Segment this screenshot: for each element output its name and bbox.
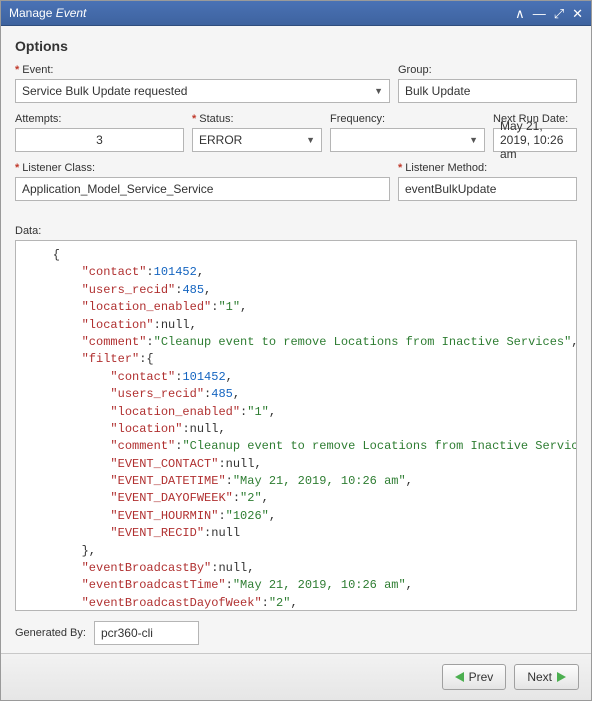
label-listener-method: Listener Method: [398, 162, 577, 174]
nextrun-value: May 21, 2019, 10:26 am [500, 119, 570, 161]
next-button[interactable]: Next [514, 664, 579, 690]
event-select[interactable]: Service Bulk Update requested [15, 79, 390, 103]
expand-icon[interactable]: ⤢ [554, 7, 564, 20]
label-data: Data: [15, 225, 577, 237]
footer: Prev Next [1, 653, 591, 700]
label-status: Status: [192, 113, 322, 125]
collapse-icon[interactable]: ∧ [515, 7, 525, 20]
options-heading: Options [15, 38, 577, 54]
data-textarea[interactable]: { "contact":101452, "users_recid":485, "… [15, 240, 577, 611]
title-prefix: Manage [9, 6, 56, 20]
row-attempts-status-freq-next: Attempts: Status: ERROR Frequency: Next … [15, 113, 577, 152]
manage-event-window: Manage Event ∧ — ⤢ ✕ Options Event: Serv… [0, 0, 592, 701]
group-value: Bulk Update [405, 84, 470, 98]
group-field[interactable]: Bulk Update [398, 79, 577, 103]
window-title: Manage Event [9, 6, 507, 20]
label-frequency: Frequency: [330, 113, 485, 125]
arrow-left-icon [455, 672, 464, 682]
content-area: Options Event: Service Bulk Update reque… [1, 26, 591, 653]
title-italic: Event [56, 6, 87, 20]
listener-class-field[interactable]: Application_Model_Service_Service [15, 177, 390, 201]
listener-class-value: Application_Model_Service_Service [22, 182, 213, 196]
label-listener-class: Listener Class: [15, 162, 390, 174]
prev-label: Prev [469, 670, 494, 684]
label-group: Group: [398, 64, 577, 76]
frequency-select[interactable] [330, 128, 485, 152]
arrow-right-icon [557, 672, 566, 682]
listener-method-value: eventBulkUpdate [405, 182, 496, 196]
status-value: ERROR [199, 133, 242, 147]
status-select[interactable]: ERROR [192, 128, 322, 152]
close-icon[interactable]: ✕ [572, 7, 583, 20]
titlebar[interactable]: Manage Event ∧ — ⤢ ✕ [1, 1, 591, 26]
row-listener: Listener Class: Application_Model_Servic… [15, 162, 577, 201]
generated-by-field[interactable] [94, 621, 199, 645]
nextrun-field[interactable]: May 21, 2019, 10:26 am [493, 128, 577, 152]
label-generated-by: Generated By: [15, 627, 86, 639]
generated-by-row: Generated By: [15, 621, 577, 645]
attempts-input[interactable] [15, 128, 184, 152]
minimize-icon[interactable]: — [533, 7, 546, 20]
label-attempts: Attempts: [15, 113, 184, 125]
prev-button[interactable]: Prev [442, 664, 507, 690]
listener-method-field[interactable]: eventBulkUpdate [398, 177, 577, 201]
row-event-group: Event: Service Bulk Update requested Gro… [15, 64, 577, 103]
event-value: Service Bulk Update requested [22, 84, 187, 98]
next-label: Next [527, 670, 552, 684]
label-event: Event: [15, 64, 390, 76]
